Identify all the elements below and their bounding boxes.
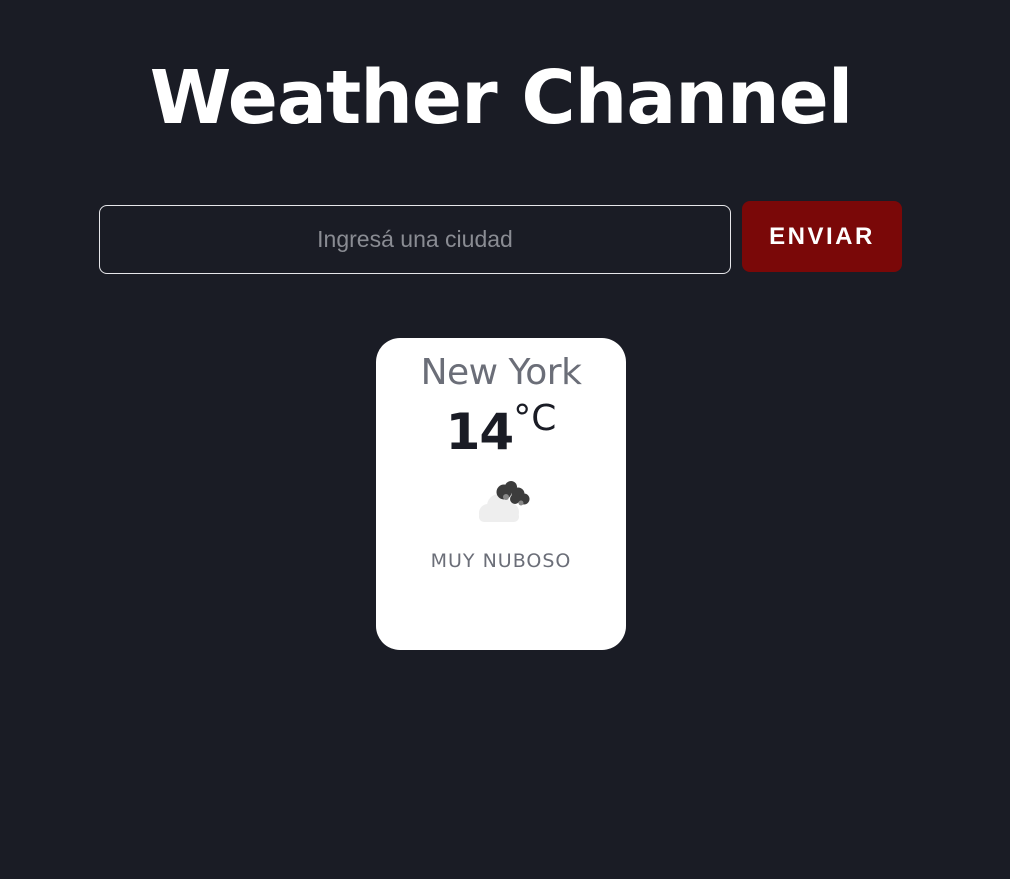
temperature-value: 14 xyxy=(445,403,515,461)
city-search-input[interactable] xyxy=(99,205,731,274)
weather-card: New York 14°C MUY NUBOSO xyxy=(376,338,626,650)
temperature-unit: °C xyxy=(513,398,557,439)
city-name: New York xyxy=(420,352,582,393)
page-title: Weather Channel xyxy=(149,55,853,141)
broken-clouds-icon xyxy=(472,478,532,524)
submit-button[interactable]: ENVIAR xyxy=(742,201,902,272)
temperature: 14°C xyxy=(376,398,626,464)
city-search-form: ENVIAR xyxy=(99,201,902,274)
weather-app-page: Weather Channel ENVIAR New York 14°C xyxy=(0,0,1010,879)
weather-description: MUY NUBOSO xyxy=(430,550,572,572)
